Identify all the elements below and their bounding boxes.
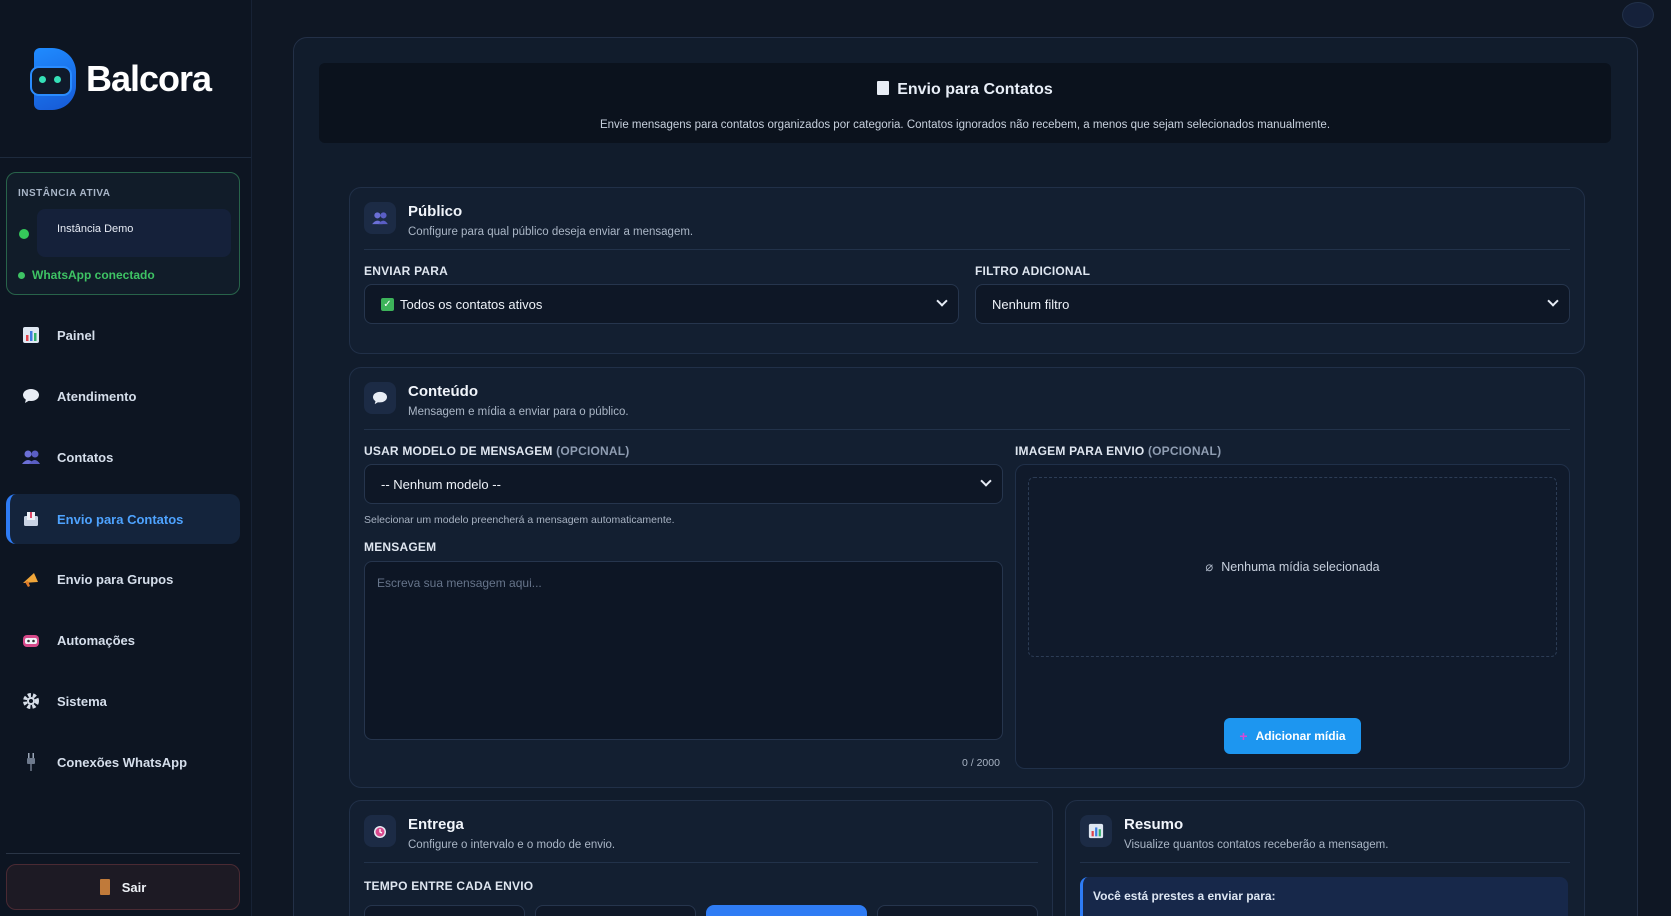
page-subtitle: Envie mensagens para contatos organizado… — [599, 119, 1331, 131]
sidebar-item-label: Automações — [57, 632, 136, 648]
section-divider — [364, 429, 1570, 430]
logo-area: Balcora — [0, 0, 251, 158]
section-title: Público — [408, 203, 463, 220]
chevron-down-icon — [936, 295, 948, 307]
whatsapp-status-text: WhatsApp conectado — [32, 268, 155, 282]
sidebar-item-conexoes[interactable]: Conexões WhatsApp — [6, 737, 240, 787]
mensagem-label: MENSAGEM — [364, 540, 437, 554]
door-icon — [99, 879, 110, 895]
enviar-para-select[interactable]: ✓ Todos os contatos ativos — [364, 284, 959, 324]
sidebar-item-painel[interactable]: Painel — [6, 310, 240, 360]
section-title: Entrega — [408, 816, 464, 833]
people-icon — [20, 446, 42, 468]
filtro-label: FILTRO ADICIONAL — [975, 264, 1091, 278]
outbox-icon — [877, 81, 890, 95]
tempo-option[interactable] — [535, 905, 696, 916]
sidebar-item-label: Atendimento — [57, 388, 137, 404]
enviar-para-label: ENVIAR PARA — [364, 264, 448, 278]
instance-label: INSTÂNCIA ATIVA — [18, 188, 111, 199]
tempo-option[interactable] — [877, 905, 1038, 916]
media-dropzone[interactable]: ⌀ Nenhuma mídia selecionada — [1028, 477, 1557, 657]
sidebar-item-contatos[interactable]: Contatos — [6, 432, 240, 482]
sidebar-item-atendimento[interactable]: Atendimento — [6, 371, 240, 421]
sidebar-item-label: Envio para Grupos — [57, 571, 174, 587]
modelo-label: USAR MODELO DE MENSAGEM (OPCIONAL) — [364, 444, 630, 458]
megaphone-icon — [20, 568, 42, 590]
tempo-label: TEMPO ENTRE CADA ENVIO — [364, 879, 534, 893]
section-divider — [364, 862, 1038, 863]
instance-card: INSTÂNCIA ATIVA Instância Demo WhatsApp … — [6, 172, 240, 295]
logout-button[interactable]: Sair — [6, 864, 240, 910]
enviar-para-value: Todos os contatos ativos — [400, 296, 543, 312]
alarm-clock-icon — [364, 815, 396, 847]
imagem-label: IMAGEM PARA ENVIO (OPCIONAL) — [1015, 444, 1222, 458]
people-icon — [364, 202, 396, 234]
filtro-select[interactable]: Nenhum filtro — [975, 284, 1570, 324]
main-panel: Envio para Contatos Envie mensagens para… — [293, 37, 1638, 916]
no-media-text: Nenhuma mídia selecionada — [1221, 560, 1380, 574]
status-dot-icon — [18, 271, 25, 279]
sidebar-item-sistema[interactable]: Sistema — [6, 676, 240, 726]
modelo-value: -- Nenhum modelo -- — [381, 476, 501, 492]
brand-name: Balcora — [86, 57, 212, 99]
resumo-section: Resumo Visualize quantos contatos recebe… — [1065, 800, 1585, 916]
plus-icon: + — [1239, 728, 1248, 744]
modelo-select[interactable]: -- Nenhum modelo -- — [364, 464, 1003, 504]
chat-bubble-icon — [364, 382, 396, 414]
section-title: Conteúdo — [408, 383, 478, 400]
char-counter: 0 / 2000 — [962, 757, 1000, 769]
page-title: Envio para Contatos — [319, 81, 1611, 99]
summary-notice: Você está prestes a enviar para: — [1080, 877, 1568, 916]
publico-section: Público Configure para qual público dese… — [349, 187, 1585, 354]
add-media-label: Adicionar mídia — [1255, 729, 1346, 743]
chevron-down-icon — [1547, 295, 1559, 307]
modelo-helper: Selecionar um modelo preencherá a mensag… — [364, 514, 675, 526]
paperclip-icon: ⌀ — [1205, 559, 1214, 574]
chevron-down-icon — [980, 475, 992, 487]
chat-bubble-icon — [20, 385, 42, 407]
whatsapp-status: WhatsApp conectado — [18, 268, 155, 282]
page-header: Envio para Contatos Envie mensagens para… — [319, 63, 1611, 143]
add-media-button[interactable]: + Adicionar mídia — [1224, 718, 1361, 754]
gear-icon — [20, 690, 42, 712]
checkmark-icon: ✓ — [381, 297, 394, 311]
sidebar: Balcora INSTÂNCIA ATIVA Instância Demo W… — [0, 0, 252, 916]
sidebar-item-label: Painel — [57, 327, 96, 343]
section-title: Resumo — [1124, 816, 1184, 833]
sidebar-divider — [6, 853, 240, 854]
user-menu-button[interactable] — [1622, 2, 1654, 28]
instance-status-dot — [19, 229, 29, 239]
section-description: Configure o intervalo e o modo de envio. — [408, 839, 616, 851]
tempo-option-selected[interactable] — [706, 905, 867, 916]
mensagem-textarea[interactable]: Escreva sua mensagem aqui... — [364, 561, 1003, 740]
section-divider — [1080, 862, 1570, 863]
sidebar-item-envio-grupos[interactable]: Envio para Grupos — [6, 554, 240, 604]
section-description: Visualize quantos contatos receberão a m… — [1124, 839, 1389, 851]
robot-icon — [20, 629, 42, 651]
sidebar-item-envio-contatos[interactable]: Envio para Contatos — [6, 494, 240, 544]
plug-icon — [20, 751, 42, 773]
sidebar-item-label: Conexões WhatsApp — [57, 754, 188, 770]
sidebar-item-label: Envio para Contatos — [57, 511, 184, 527]
chart-icon — [1080, 815, 1112, 847]
logout-label: Sair — [121, 879, 147, 895]
section-divider — [364, 249, 1570, 250]
instance-select[interactable]: Instância Demo — [37, 209, 231, 257]
conteudo-section: Conteúdo Mensagem e mídia a enviar para … — [349, 367, 1585, 788]
section-description: Configure para qual público deseja envia… — [408, 226, 694, 238]
chart-icon — [20, 324, 42, 346]
entrega-section: Entrega Configure o intervalo e o modo d… — [349, 800, 1053, 916]
sidebar-item-automacoes[interactable]: Automações — [6, 615, 240, 665]
media-panel: ⌀ Nenhuma mídia selecionada + Adicionar … — [1015, 464, 1570, 769]
sidebar-item-label: Contatos — [57, 449, 114, 465]
section-description: Mensagem e mídia a enviar para o público… — [408, 406, 629, 418]
filtro-value: Nenhum filtro — [992, 296, 1070, 312]
balcora-logo-icon — [30, 46, 80, 112]
tempo-option[interactable] — [364, 905, 525, 916]
sidebar-item-label: Sistema — [57, 693, 107, 709]
outbox-icon — [20, 508, 42, 530]
